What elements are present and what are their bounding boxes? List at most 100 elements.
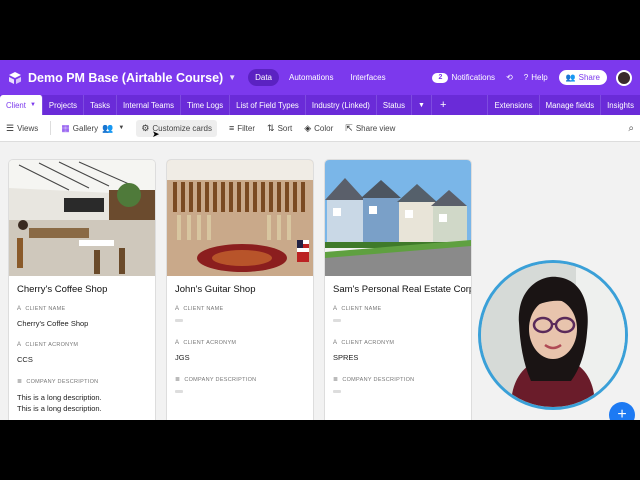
view-switcher-button[interactable]: ▦ Gallery 👥 ▼	[61, 123, 124, 134]
nav-data[interactable]: Data	[248, 69, 280, 86]
views-button[interactable]: ☰ Views	[6, 123, 38, 134]
filter-button[interactable]: ≡ Filter	[229, 123, 255, 133]
card-cover-image	[325, 160, 471, 276]
insights-button[interactable]: Insights	[600, 95, 640, 115]
tab-list-of-field-types[interactable]: List of Field Types	[230, 95, 306, 115]
chevron-down-icon[interactable]: ▼	[228, 73, 236, 82]
company-description-line: This is a long description.	[17, 393, 102, 402]
share-view-label: Share view	[355, 123, 396, 133]
filter-icon: ≡	[228, 123, 235, 133]
notifications-badge: 2	[432, 72, 449, 83]
chevron-down-icon: ▼	[118, 125, 125, 131]
tab-status[interactable]: Status	[377, 95, 413, 115]
airtable-app: Demo PM Base (Airtable Course) ▼ Data Au…	[0, 60, 640, 420]
add-table-plus-icon[interactable]: +	[432, 99, 454, 111]
card-title: Sam's Personal Real Estate Corp	[333, 284, 471, 295]
gallery-card[interactable]: Sam's Personal Real Estate Corp A CLIENT…	[325, 160, 471, 420]
tab-time-logs[interactable]: Time Logs	[181, 95, 231, 115]
mouse-cursor-icon: ➤	[152, 129, 160, 139]
tab-label: Client	[6, 100, 26, 110]
notifications-button[interactable]: 2 Notifications	[432, 72, 495, 83]
company-description-line: This is a long description.	[17, 404, 102, 413]
text-field-icon: A	[333, 340, 338, 346]
empty-value-placeholder	[333, 319, 341, 322]
client-name-value: Cherry's Coffee Shop	[17, 319, 89, 328]
top-nav: Data Automations Interfaces	[248, 69, 396, 86]
gallery-grid: Cherry's Coffee Shop A CLIENT NAME Cherr…	[9, 160, 483, 420]
card-cover-image	[9, 160, 155, 276]
client-acronym-value: SPRES	[333, 353, 359, 362]
customize-cards-label: Customize cards	[152, 123, 212, 133]
customize-cards-button[interactable]: ⚙ Customize cards	[136, 119, 217, 137]
share-icon: ⇱	[345, 122, 353, 133]
gallery-card[interactable]: Cherry's Coffee Shop A CLIENT NAME Cherr…	[9, 160, 155, 420]
nav-interfaces[interactable]: Interfaces	[343, 69, 392, 86]
gallery-card[interactable]: John's Guitar Shop A CLIENT NAME A CLIEN…	[167, 160, 313, 420]
tabbar-right: Extensions Manage fields Insights	[487, 95, 640, 115]
field-label-text: COMPANY DESCRIPTION	[184, 376, 257, 383]
long-text-field-icon: ≣	[333, 377, 339, 383]
share-label: Share	[578, 73, 600, 82]
field-label-text: COMPANY DESCRIPTION	[342, 376, 415, 383]
tab-projects[interactable]: Projects	[43, 95, 85, 115]
text-field-icon: A	[17, 342, 22, 348]
base-title[interactable]: Demo PM Base (Airtable Course)	[28, 71, 223, 85]
sort-label: Sort	[277, 123, 293, 133]
empty-value-placeholder	[175, 319, 183, 322]
field-label-text: COMPANY DESCRIPTION	[26, 378, 99, 385]
add-record-plus-icon[interactable]: +	[609, 402, 635, 420]
text-field-icon: A	[333, 306, 338, 312]
help-icon: ?	[523, 73, 529, 82]
field-label-text: CLIENT ACRONYM	[341, 340, 395, 346]
share-view-button[interactable]: ⇱ Share view	[345, 123, 395, 134]
field-label-text: CLIENT ACRONYM	[25, 342, 79, 348]
text-field-icon: A	[175, 306, 180, 312]
filter-label: Filter	[237, 123, 256, 133]
text-field-icon: A	[175, 340, 180, 346]
search-icon[interactable]: ⌕	[628, 123, 634, 134]
airtable-logo-icon[interactable]	[8, 71, 22, 85]
card-cover-image	[167, 160, 313, 276]
long-text-field-icon: ≣	[175, 377, 181, 383]
card-title: John's Guitar Shop	[175, 284, 256, 295]
share-button[interactable]: 👥 Share	[558, 70, 607, 85]
nav-automations[interactable]: Automations	[282, 69, 340, 86]
view-name: Gallery	[72, 123, 99, 133]
long-text-field-icon: ≣	[17, 379, 23, 385]
field-label-client-acronym: A CLIENT ACRONYM	[175, 340, 305, 346]
tab-industry-linked[interactable]: Industry (Linked)	[306, 95, 377, 115]
tab-internal-teams[interactable]: Internal Teams	[117, 95, 181, 115]
client-acronym-value: CCS	[17, 355, 33, 364]
tab-tasks[interactable]: Tasks	[84, 95, 117, 115]
gear-icon: ⚙	[141, 122, 150, 133]
people-icon: 👥	[102, 122, 114, 133]
chevron-down-icon[interactable]: ▼	[30, 102, 36, 108]
field-label-client-name: A CLIENT NAME	[17, 306, 147, 312]
letterbox-top	[0, 0, 640, 60]
field-label-text: CLIENT NAME	[341, 306, 382, 312]
history-icon[interactable]: ⟲	[506, 73, 513, 82]
avatar[interactable]	[616, 69, 632, 86]
field-label-client-acronym: A CLIENT ACRONYM	[333, 340, 463, 346]
sort-button[interactable]: ⇅ Sort	[267, 123, 292, 134]
manage-fields-button[interactable]: Manage fields	[538, 95, 601, 115]
color-label: Color	[314, 123, 334, 133]
field-label-client-name: A CLIENT NAME	[175, 306, 305, 312]
more-tabs-chevron-icon[interactable]: ▼	[412, 95, 432, 115]
color-button[interactable]: ◈ Color	[304, 123, 333, 134]
field-label-client-acronym: A CLIENT ACRONYM	[17, 342, 147, 348]
field-label-company-description: ≣ COMPANY DESCRIPTION	[17, 378, 147, 386]
help-button[interactable]: ? Help	[524, 73, 548, 82]
extensions-button[interactable]: Extensions	[487, 95, 538, 115]
tab-client[interactable]: Client ▼	[0, 95, 43, 115]
gallery-icon: ▦	[61, 122, 70, 133]
webcam-overlay	[478, 260, 628, 410]
sort-icon: ⇅	[267, 122, 275, 133]
field-label-client-name: A CLIENT NAME	[333, 306, 463, 312]
empty-value-placeholder	[175, 390, 183, 393]
card-title: Cherry's Coffee Shop	[17, 284, 108, 295]
field-label-text: CLIENT NAME	[25, 306, 66, 312]
view-toolbar: ☰ Views ▦ Gallery 👥 ▼ ⚙ Customize cards …	[0, 115, 640, 142]
field-label-company-description: ≣ COMPANY DESCRIPTION	[333, 376, 463, 384]
people-icon: 👥	[565, 73, 576, 82]
